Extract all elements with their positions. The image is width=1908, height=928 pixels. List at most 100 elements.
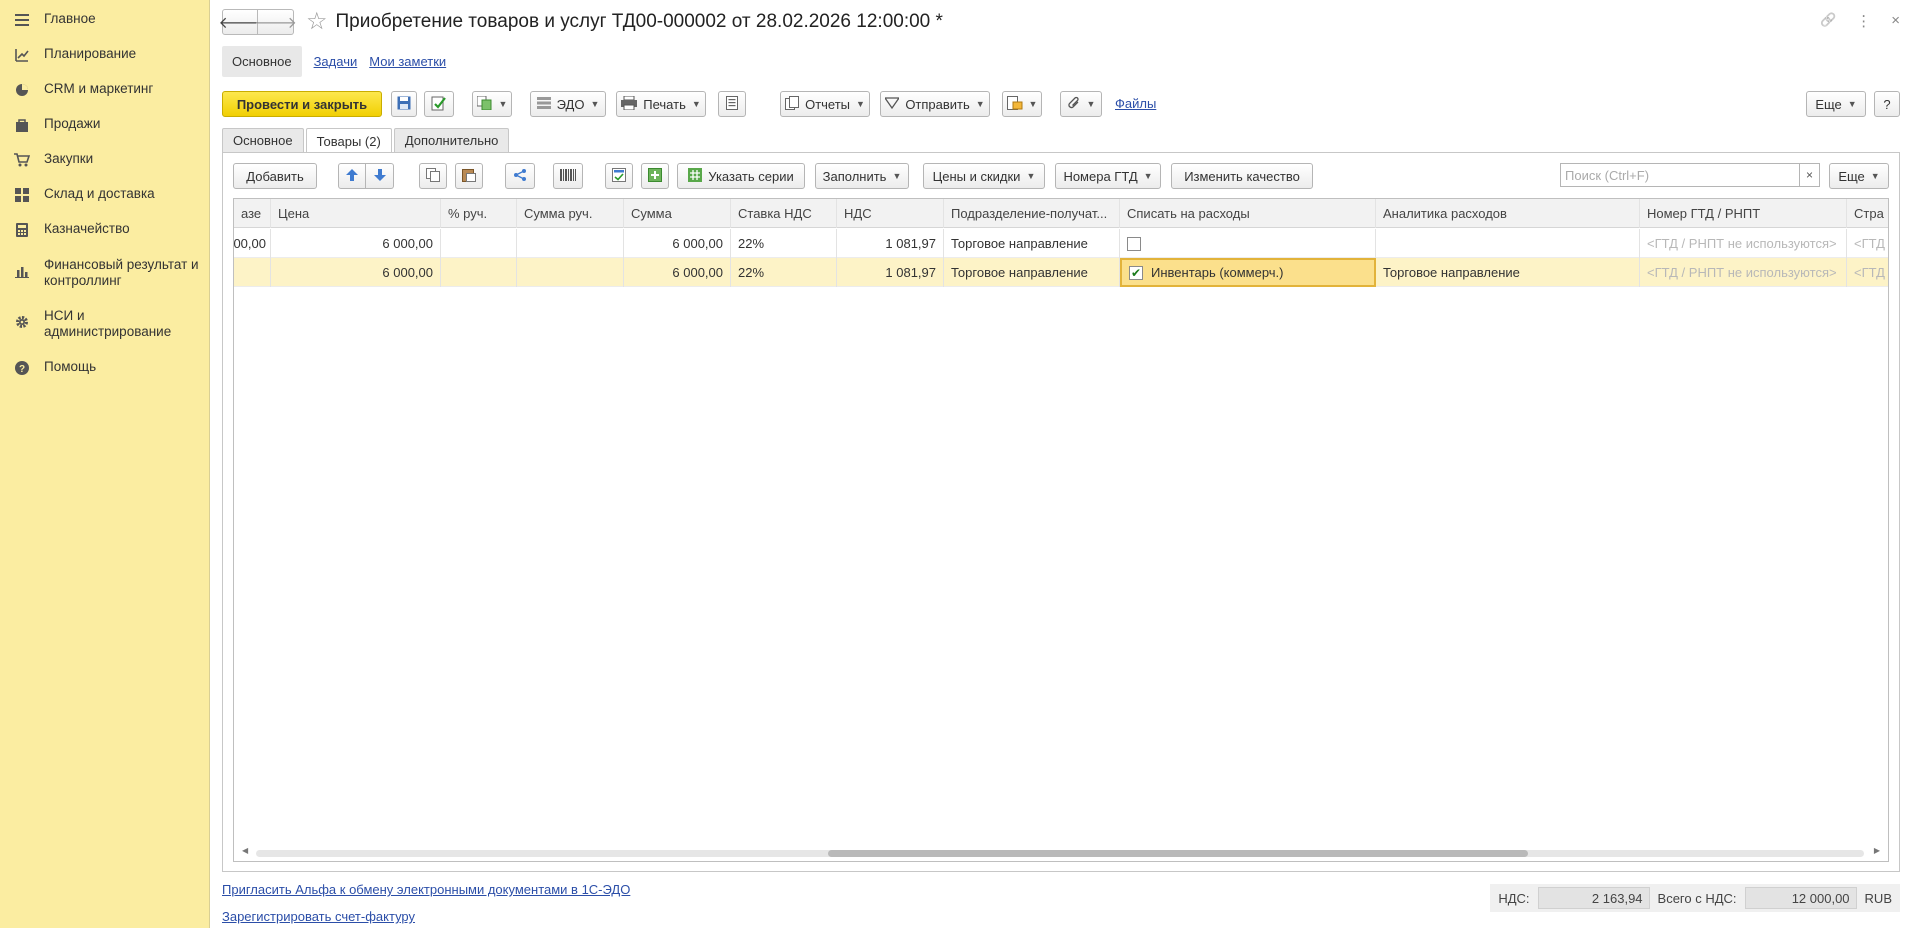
more-icon[interactable]: ⋮ xyxy=(1856,12,1871,30)
paste-button[interactable] xyxy=(455,163,483,189)
sum-cell[interactable]: 6 000,00 xyxy=(624,258,731,287)
subnav-notes-link[interactable]: Мои заметки xyxy=(369,54,446,69)
column-header[interactable]: Цена xyxy=(271,199,441,228)
send-button[interactable]: Отправить ▼ xyxy=(880,91,990,117)
print-button[interactable]: Печать ▼ xyxy=(616,91,706,117)
post-button[interactable] xyxy=(424,91,454,117)
sidebar-item-help[interactable]: ? Помощь xyxy=(0,359,209,376)
country-cell[interactable]: <ГТД xyxy=(1847,229,1888,258)
back-button[interactable]: 🡐 xyxy=(219,9,261,35)
analytics-cell[interactable] xyxy=(1376,229,1640,258)
column-header[interactable]: Списать на расходы xyxy=(1120,199,1376,228)
column-header[interactable]: Стра xyxy=(1847,199,1888,228)
column-header[interactable]: Аналитика расходов xyxy=(1376,199,1640,228)
sidebar-item-crm[interactable]: CRM и маркетинг xyxy=(0,81,209,98)
scrollbar-thumb[interactable] xyxy=(828,850,1528,857)
attachments-button[interactable]: ▼ xyxy=(1060,91,1102,117)
barcode-button[interactable] xyxy=(553,163,583,189)
prices-discounts-button[interactable]: Цены и скидки ▼ xyxy=(923,163,1045,189)
manual-sum-cell[interactable] xyxy=(517,258,624,287)
search-input[interactable]: Поиск (Ctrl+F) xyxy=(1560,163,1800,187)
manual-sum-cell[interactable] xyxy=(517,229,624,258)
column-header[interactable]: % руч. xyxy=(441,199,517,228)
gtd-numbers-button[interactable]: Номера ГТД ▼ xyxy=(1055,163,1161,189)
edo-button[interactable]: ЭДО ▼ xyxy=(530,91,606,117)
vat-rate-cell[interactable]: 22% xyxy=(731,229,837,258)
close-icon[interactable]: × xyxy=(1891,12,1900,30)
move-up-button[interactable] xyxy=(338,163,366,189)
sidebar-item-admin[interactable]: НСИ и администрирование xyxy=(0,308,209,340)
star-icon[interactable]: ☆ xyxy=(306,10,328,34)
subnav-main[interactable]: Основное xyxy=(222,46,302,77)
price-cell[interactable]: 6 000,00 xyxy=(271,258,441,287)
column-header[interactable]: НДС xyxy=(837,199,944,228)
table-row[interactable]: 00,00 6 000,00 6 000,00 22% 1 081,97 Тор… xyxy=(234,229,1888,258)
copy-row-button[interactable] xyxy=(419,163,447,189)
vat-rate-cell[interactable]: 22% xyxy=(731,258,837,287)
create-based-on-button[interactable]: ▼ xyxy=(472,91,512,117)
add-row-button[interactable]: Добавить xyxy=(233,163,317,189)
attach-doc-button[interactable]: ▼ xyxy=(1002,91,1042,117)
gtd-cell[interactable]: <ГТД / РНПТ не используются> xyxy=(1640,258,1847,287)
sidebar-item-treasury[interactable]: Казначейство xyxy=(0,221,209,238)
sum-cell[interactable]: 6 000,00 xyxy=(624,229,731,258)
table-cell[interactable]: 00,00 xyxy=(234,229,271,258)
column-header[interactable]: Подразделение-получат... xyxy=(944,199,1120,228)
column-header[interactable]: Номер ГТД / РНПТ xyxy=(1640,199,1847,228)
table-cell[interactable] xyxy=(234,258,271,287)
horizontal-scrollbar[interactable]: ◀ ▶ xyxy=(234,845,1888,861)
move-down-button[interactable] xyxy=(366,163,394,189)
structure-button[interactable] xyxy=(718,91,746,117)
writeoff-cell[interactable] xyxy=(1120,229,1376,258)
vat-cell[interactable]: 1 081,97 xyxy=(837,229,944,258)
change-quality-button[interactable]: Изменить качество xyxy=(1171,163,1313,189)
reports-button[interactable]: Отчеты ▼ xyxy=(780,91,870,117)
search-clear-icon[interactable]: × xyxy=(1800,163,1820,187)
column-header[interactable]: азе xyxy=(234,199,271,228)
country-cell[interactable]: <ГТД xyxy=(1847,258,1888,287)
sidebar-item-warehouse[interactable]: Склад и доставка xyxy=(0,186,209,203)
subnav-tasks-link[interactable]: Задачи xyxy=(314,54,358,69)
fill-button[interactable]: Заполнить ▼ xyxy=(815,163,909,189)
column-header[interactable]: Сумма руч. xyxy=(517,199,624,228)
column-header[interactable]: Ставка НДС xyxy=(731,199,837,228)
department-cell[interactable]: Торговое направление xyxy=(944,229,1120,258)
link-icon[interactable]: 🔗 xyxy=(1820,12,1836,30)
gtd-cell[interactable]: <ГТД / РНПТ не используются> xyxy=(1640,229,1847,258)
manual-percent-cell[interactable] xyxy=(441,229,517,258)
sidebar-item-finance[interactable]: Финансовый результат и контроллинг xyxy=(0,257,209,289)
sidebar-item-planning[interactable]: Планирование xyxy=(0,46,209,63)
scroll-left-icon[interactable]: ◀ xyxy=(242,846,248,855)
sidebar-item-sales[interactable]: Продажи xyxy=(0,116,209,133)
column-header[interactable]: Сумма xyxy=(624,199,731,228)
forward-button[interactable]: 🡒 xyxy=(254,9,297,35)
manual-percent-cell[interactable] xyxy=(441,258,517,287)
invite-edo-link[interactable]: Пригласить Альфа к обмену электронными д… xyxy=(222,882,630,897)
sidebar-item-main[interactable]: Главное xyxy=(0,11,209,28)
register-invoice-link[interactable]: Зарегистрировать счет-фактуру xyxy=(222,909,415,924)
tab-goods[interactable]: Товары (2) xyxy=(305,128,392,153)
fill-by-order-button[interactable] xyxy=(641,163,669,189)
vat-cell[interactable]: 1 081,97 xyxy=(837,258,944,287)
more-button[interactable]: Еще ▼ xyxy=(1806,91,1866,117)
tab-additional[interactable]: Дополнительно xyxy=(393,128,510,152)
scrollbar-track[interactable] xyxy=(256,850,1864,857)
writeoff-cell[interactable]: ✔ Инвентарь (коммерч.) xyxy=(1120,258,1376,287)
table-row-selected[interactable]: 6 000,00 6 000,00 22% 1 081,97 Торговое … xyxy=(234,258,1888,287)
post-and-close-button[interactable]: Провести и закрыть xyxy=(222,91,382,117)
pick-goods-button[interactable] xyxy=(605,163,633,189)
table-more-button[interactable]: Еще ▼ xyxy=(1829,163,1889,189)
save-button[interactable] xyxy=(391,91,417,117)
tab-main[interactable]: Основное xyxy=(222,128,304,152)
department-cell[interactable]: Торговое направление xyxy=(944,258,1120,287)
files-link[interactable]: Файлы xyxy=(1115,96,1156,111)
split-row-button[interactable] xyxy=(505,163,535,189)
specify-series-button[interactable]: Указать серии xyxy=(677,163,805,189)
analytics-cell[interactable]: Торговое направление xyxy=(1376,258,1640,287)
writeoff-checkbox[interactable]: ✔ xyxy=(1129,265,1143,280)
writeoff-checkbox[interactable] xyxy=(1127,236,1141,251)
sidebar-item-purchases[interactable]: Закупки xyxy=(0,151,209,168)
price-cell[interactable]: 6 000,00 xyxy=(271,229,441,258)
scroll-right-icon[interactable]: ▶ xyxy=(1874,846,1880,855)
help-button[interactable]: ? xyxy=(1874,91,1900,117)
